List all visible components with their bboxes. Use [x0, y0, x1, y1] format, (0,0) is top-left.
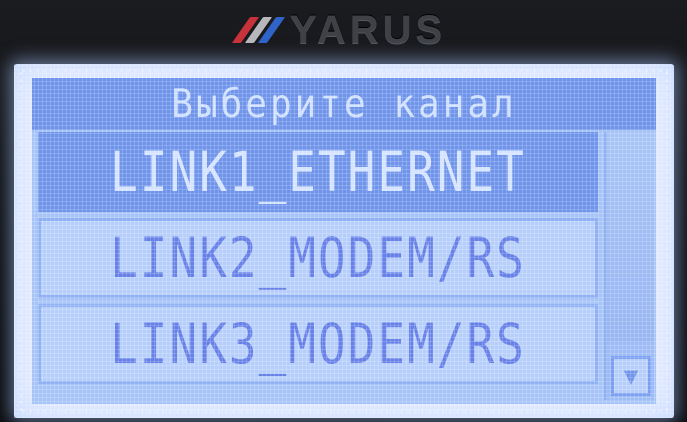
scrollbar[interactable]: ▼ — [604, 132, 654, 400]
page-title: Выберите канал — [171, 81, 517, 127]
lcd-display-area: Выберите канал LINK1_ETHERNET LINK2_MODE… — [32, 78, 656, 404]
list-item-link3[interactable]: LINK3_MODEM/RS — [38, 304, 598, 384]
list-item-label: LINK1_ETHERNET — [110, 139, 526, 205]
list-item-label: LINK3_MODEM/RS — [110, 311, 526, 377]
brand-logo: YARUS — [0, 6, 687, 54]
screen-border-dots — [20, 408, 668, 414]
brand-name: YARUS — [289, 7, 447, 52]
list-item-label: LINK2_MODEM/RS — [110, 225, 526, 291]
screen-border-dots — [664, 70, 670, 412]
scroll-track[interactable] — [607, 132, 654, 342]
title-bar: Выберите канал — [32, 78, 656, 130]
channel-list: LINK1_ETHERNET LINK2_MODEM/RS LINK3_MODE… — [38, 132, 598, 390]
list-item-link1[interactable]: LINK1_ETHERNET — [38, 132, 598, 212]
screen-border-dots — [18, 70, 24, 412]
scroll-down-button[interactable]: ▼ — [611, 356, 651, 396]
screen-border-dots — [20, 68, 668, 74]
device-bezel: YARUS Выберите канал LINK1_ETHERNET LINK… — [0, 0, 687, 422]
list-item-link2[interactable]: LINK2_MODEM/RS — [38, 218, 598, 298]
lcd-screen: Выберите канал LINK1_ETHERNET LINK2_MODE… — [14, 64, 674, 418]
triangle-down-icon: ▼ — [623, 362, 639, 390]
logo-stripes-icon — [231, 17, 285, 43]
